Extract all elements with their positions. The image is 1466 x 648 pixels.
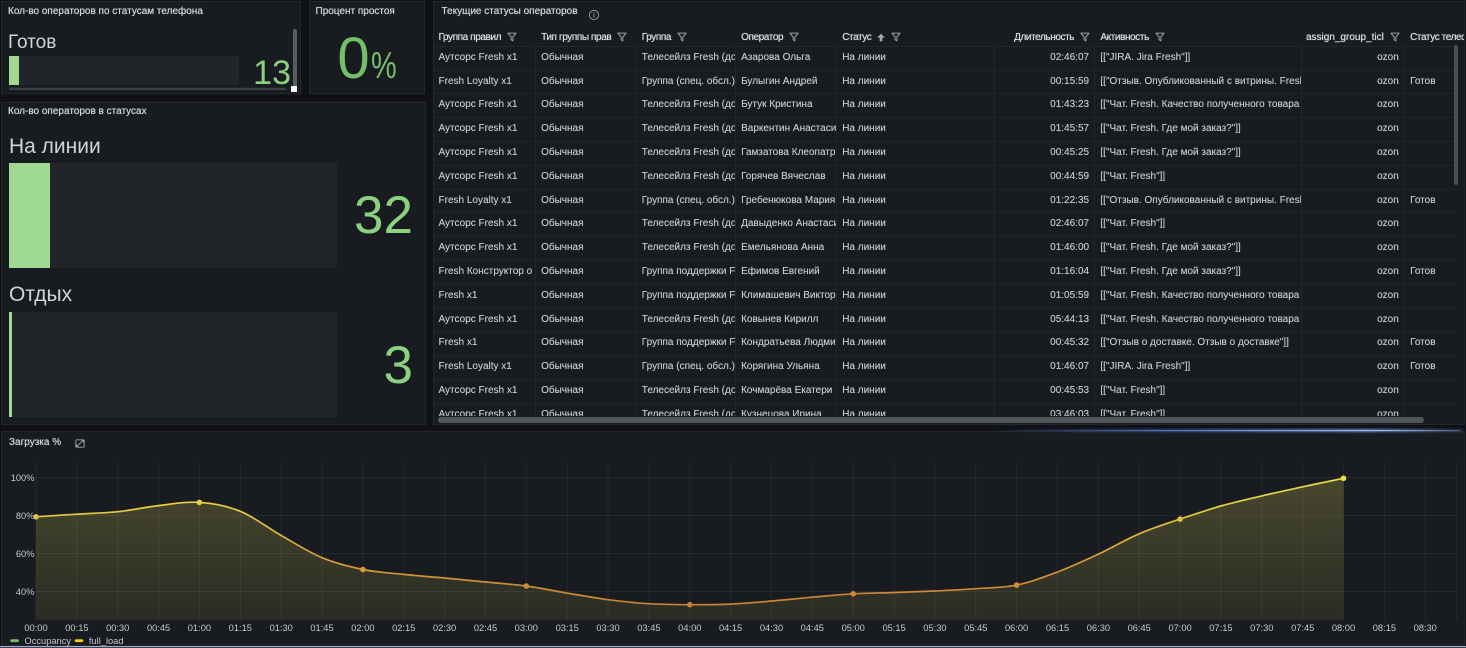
svg-text:01:15: 01:15 xyxy=(229,622,252,632)
svg-text:02:15: 02:15 xyxy=(392,622,415,632)
svg-text:08:00: 08:00 xyxy=(1332,622,1355,632)
svg-text:05:00: 05:00 xyxy=(842,622,865,632)
svg-text:02:45: 02:45 xyxy=(474,622,497,632)
svg-text:full_load: full_load xyxy=(89,635,124,645)
svg-text:03:15: 03:15 xyxy=(556,622,579,632)
svg-text:40%: 40% xyxy=(16,586,35,596)
svg-text:02:30: 02:30 xyxy=(433,622,456,632)
svg-text:00:15: 00:15 xyxy=(65,622,88,632)
svg-text:04:15: 04:15 xyxy=(719,622,742,632)
svg-text:00:30: 00:30 xyxy=(106,622,129,632)
svg-text:100%: 100% xyxy=(11,472,35,482)
svg-text:08:30: 08:30 xyxy=(1414,622,1437,632)
svg-text:05:45: 05:45 xyxy=(964,622,987,632)
svg-text:01:00: 01:00 xyxy=(188,622,211,632)
svg-text:05:30: 05:30 xyxy=(923,622,946,632)
svg-text:03:45: 03:45 xyxy=(637,622,660,632)
svg-text:06:45: 06:45 xyxy=(1128,622,1151,632)
svg-text:02:00: 02:00 xyxy=(351,622,374,632)
svg-text:06:30: 06:30 xyxy=(1087,622,1110,632)
svg-text:01:30: 01:30 xyxy=(270,622,293,632)
svg-text:07:45: 07:45 xyxy=(1291,622,1314,632)
svg-text:04:00: 04:00 xyxy=(678,622,701,632)
svg-text:03:30: 03:30 xyxy=(596,622,619,632)
svg-text:07:15: 07:15 xyxy=(1209,622,1232,632)
svg-text:07:30: 07:30 xyxy=(1250,622,1273,632)
svg-text:80%: 80% xyxy=(16,510,35,520)
svg-text:00:45: 00:45 xyxy=(147,622,170,632)
svg-text:60%: 60% xyxy=(16,548,35,558)
svg-text:07:00: 07:00 xyxy=(1168,622,1191,632)
svg-text:06:00: 06:00 xyxy=(1005,622,1028,632)
svg-text:04:45: 04:45 xyxy=(801,622,824,632)
svg-text:Occupancy: Occupancy xyxy=(25,635,72,645)
svg-text:01:45: 01:45 xyxy=(310,622,333,632)
svg-text:08:15: 08:15 xyxy=(1373,622,1396,632)
svg-text:06:15: 06:15 xyxy=(1046,622,1069,632)
svg-text:05:15: 05:15 xyxy=(882,622,905,632)
svg-text:03:00: 03:00 xyxy=(515,622,538,632)
svg-text:04:30: 04:30 xyxy=(760,622,783,632)
svg-text:00:00: 00:00 xyxy=(24,622,47,632)
